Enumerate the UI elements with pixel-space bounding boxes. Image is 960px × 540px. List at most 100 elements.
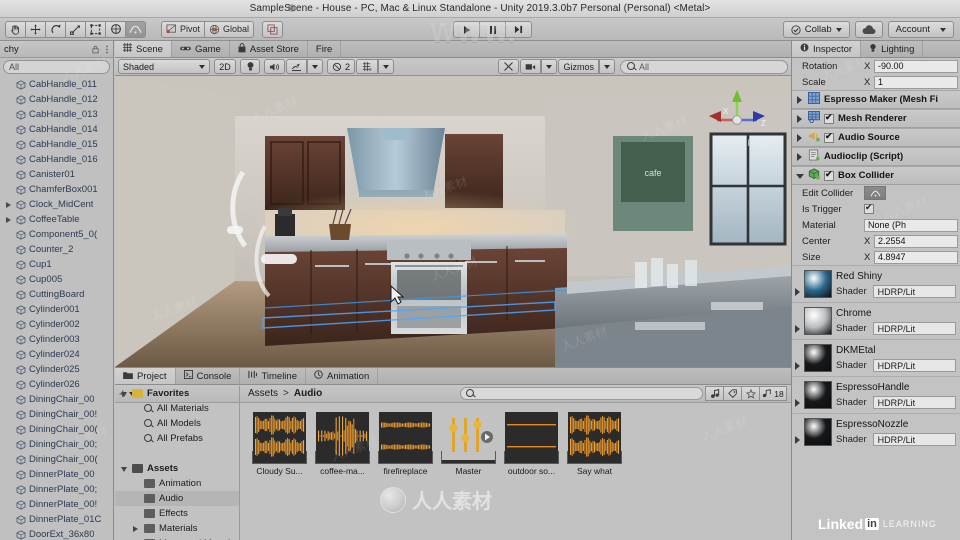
hierarchy-item[interactable]: Clock_MidCent (0, 197, 113, 212)
expand-arrow-icon[interactable] (795, 362, 803, 370)
play-button[interactable] (453, 21, 480, 38)
pause-button[interactable] (479, 21, 506, 38)
expand-arrow-icon[interactable] (121, 390, 128, 397)
component-enabled-checkbox[interactable] (824, 112, 834, 124)
asset-item[interactable]: outdoor so... (504, 412, 559, 476)
tab-timeline[interactable]: Timeline (240, 368, 306, 384)
shader-dropdown[interactable]: HDRP/Lit (872, 322, 956, 335)
hierarchy-item[interactable]: Cylinder026 (0, 377, 113, 392)
scene-lighting-button[interactable] (240, 59, 260, 74)
hierarchy-item[interactable]: Cylinder025 (0, 362, 113, 377)
rotate-tool-button[interactable] (45, 20, 66, 38)
asset-item[interactable]: Say what (567, 412, 622, 476)
shader-dropdown[interactable]: HDRP/Lit (872, 285, 956, 298)
project-tree-item[interactable]: Favorites (115, 386, 239, 401)
rect-tool-button[interactable] (85, 20, 106, 38)
hierarchy-item[interactable]: DinnerPlate_00; (0, 482, 113, 497)
hierarchy-item[interactable]: Cylinder003 (0, 332, 113, 347)
tab-scene[interactable]: Scene (115, 41, 172, 57)
material-entry[interactable]: EspressoNozzle Shader HDRP/Lit (792, 413, 960, 450)
component-header[interactable]: Box Collider (792, 166, 960, 185)
scene-tools-button[interactable] (498, 59, 520, 74)
cloud-button[interactable] (854, 21, 883, 38)
hierarchy-item[interactable]: CabHandle_013 (0, 107, 113, 122)
size-x-field[interactable]: 4.8947 (874, 250, 958, 264)
tab-animation[interactable]: Animation (306, 368, 379, 384)
scale-tool-button[interactable] (65, 20, 86, 38)
hierarchy-item[interactable]: DinnerPlate_01C (0, 512, 113, 527)
tab-inspector[interactable]: Inspector (792, 41, 862, 57)
component-enabled-checkbox[interactable] (824, 131, 834, 143)
hierarchy-item[interactable]: ChamferBox001 (0, 182, 113, 197)
global-button[interactable]: Global (204, 20, 254, 38)
hierarchy-item[interactable]: Cup005 (0, 272, 113, 287)
asset-item[interactable]: Cloudy Su... (252, 412, 307, 476)
expand-arrow-icon[interactable] (795, 325, 803, 333)
breadcrumb-item[interactable]: Assets (248, 388, 278, 399)
hierarchy-item[interactable]: CabHandle_011 (0, 77, 113, 92)
hierarchy-item[interactable]: Counter_2 (0, 242, 113, 257)
scene-search-input[interactable]: All (620, 59, 788, 74)
expand-arrow-icon[interactable] (6, 216, 13, 223)
snap-toggle-button[interactable] (262, 20, 283, 38)
gizmos-button[interactable]: Gizmos (558, 59, 599, 74)
scene-audio-button[interactable] (264, 59, 285, 74)
tab-lighting[interactable]: Lighting (861, 41, 924, 57)
component-header[interactable]: Audioclip (Script) (792, 147, 960, 166)
hierarchy-item[interactable]: CuttingBoard (0, 287, 113, 302)
hierarchy-item[interactable]: CabHandle_012 (0, 92, 113, 107)
pivot-button[interactable]: Pivot (161, 20, 205, 38)
hierarchy-item[interactable]: Cup1 (0, 257, 113, 272)
breadcrumb[interactable]: Assets > Audio (240, 386, 791, 401)
expand-arrow-icon[interactable] (121, 465, 128, 472)
custom-tool-button[interactable] (125, 20, 146, 38)
hierarchy-item[interactable]: Canister01 (0, 167, 113, 182)
scene-camera-button[interactable]: 2 (327, 59, 356, 74)
hierarchy-item[interactable]: CoffeeTable (0, 212, 113, 227)
expand-arrow-icon[interactable] (796, 95, 804, 104)
hierarchy-item[interactable]: DinnerPlate_00! (0, 497, 113, 512)
tab-game[interactable]: Game (172, 41, 230, 57)
shader-dropdown[interactable]: HDRP/Lit (872, 359, 956, 372)
transform-value-field[interactable]: -90.00 (874, 59, 958, 73)
scene-viewport[interactable]: cafe X Z Persp (115, 76, 791, 367)
breadcrumb-item[interactable]: Audio (294, 388, 322, 399)
hand-tool-button[interactable] (5, 20, 26, 38)
tab-asset-store[interactable]: Asset Store (230, 41, 308, 57)
gizmos-dropdown[interactable] (599, 59, 615, 74)
project-tree-item[interactable]: Assets (115, 461, 239, 476)
expand-arrow-icon[interactable] (795, 399, 803, 407)
material-entry[interactable]: EspressoHandle Shader HDRP/Lit (792, 376, 960, 413)
project-folder-tree[interactable]: Favorites All Materials All Models All Pref… (115, 386, 240, 540)
transform-tool-button[interactable] (105, 20, 126, 38)
menu-dots-icon[interactable] (105, 45, 109, 54)
project-tree-item[interactable]: Audio (115, 491, 239, 506)
hierarchy-item[interactable]: DiningChair_00( (0, 452, 113, 467)
hierarchy-item[interactable]: Cylinder024 (0, 347, 113, 362)
2d-toggle-button[interactable]: 2D (214, 59, 236, 74)
expand-arrow-icon[interactable] (796, 152, 804, 161)
hierarchy-item[interactable]: CabHandle_016 (0, 152, 113, 167)
tab-console[interactable]: Console (176, 368, 241, 384)
hierarchy-item[interactable]: CabHandle_014 (0, 122, 113, 137)
hierarchy-item[interactable]: Cylinder002 (0, 317, 113, 332)
scene-grid-dropdown[interactable] (378, 59, 395, 74)
hierarchy-item[interactable]: DoorExt_36x80 (0, 527, 113, 540)
expand-arrow-icon[interactable] (796, 133, 804, 142)
project-tree-item[interactable]: Materials (115, 521, 239, 536)
draw-mode-dropdown[interactable]: Shaded (118, 59, 210, 74)
expand-arrow-icon[interactable] (796, 172, 804, 180)
hierarchy-list[interactable]: CabHandle_011 CabHandle_012 CabHandle_013 C… (0, 76, 113, 540)
expand-arrow-icon[interactable] (133, 525, 140, 532)
material-entry[interactable]: Red Shiny Shader HDRP/Lit (792, 265, 960, 302)
scene-grid-button[interactable]: z (356, 59, 379, 74)
step-button[interactable] (505, 21, 532, 38)
asset-item[interactable]: firefireplace (378, 412, 433, 476)
project-tree-item[interactable]: All Prefabs (115, 431, 239, 446)
expand-arrow-icon[interactable] (796, 114, 804, 123)
scene-camera-toggle[interactable] (520, 59, 542, 74)
tab-fire[interactable]: Fire (308, 41, 342, 57)
material-entry[interactable]: DKMEtal Shader HDRP/Lit (792, 339, 960, 376)
project-tree-item[interactable]: Animation (115, 476, 239, 491)
project-tree-item[interactable]: Effects (115, 506, 239, 521)
